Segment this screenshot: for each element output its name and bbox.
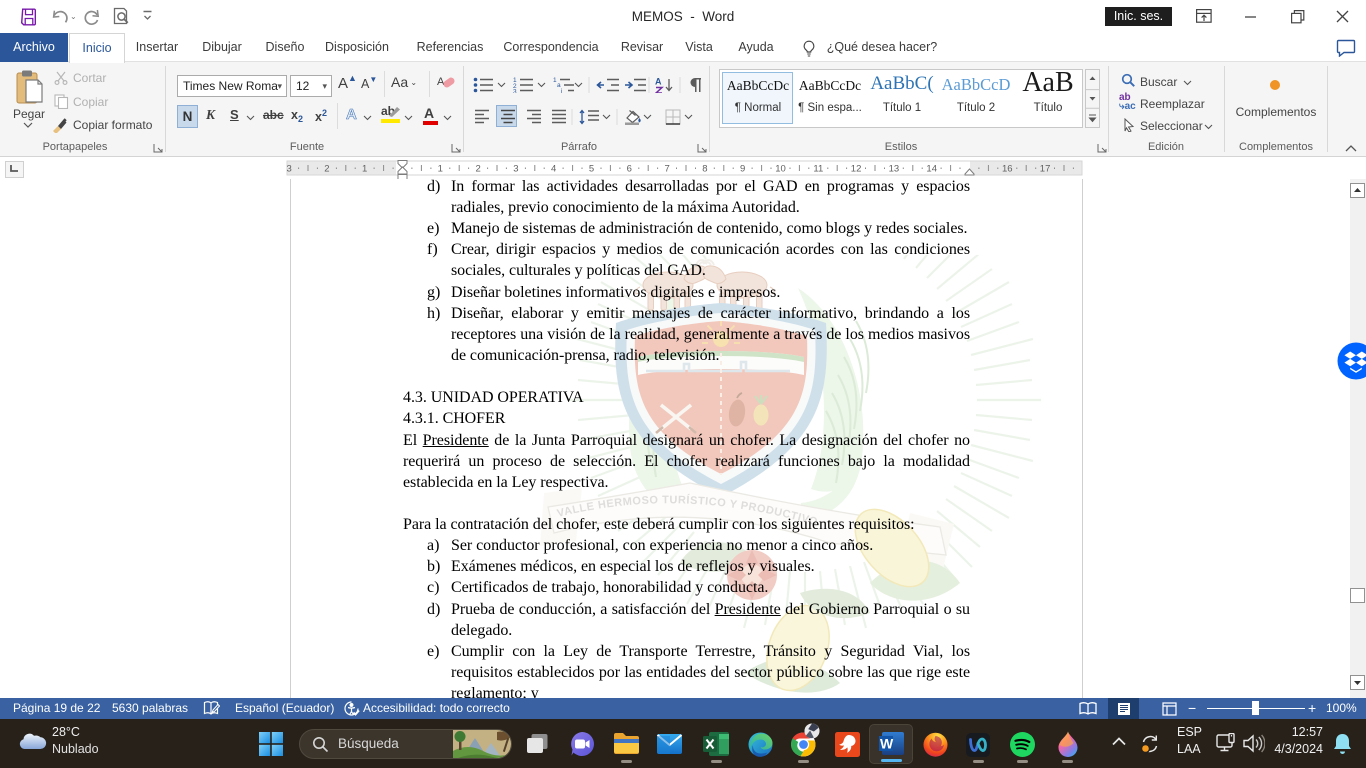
svg-text:9: 9 xyxy=(740,164,745,175)
svg-text:A: A xyxy=(655,77,662,87)
svg-text:13: 13 xyxy=(889,164,900,175)
svg-text:W: W xyxy=(880,736,894,752)
svg-text:6: 6 xyxy=(627,164,632,175)
svg-text:17: 17 xyxy=(1040,164,1051,175)
svg-text:12: 12 xyxy=(851,164,862,175)
svg-text:i: i xyxy=(561,88,562,93)
svg-text:1: 1 xyxy=(362,164,367,175)
svg-text:8: 8 xyxy=(702,164,707,175)
svg-text:14: 14 xyxy=(926,164,937,175)
svg-text:16: 16 xyxy=(1002,164,1013,175)
svg-text:3: 3 xyxy=(513,89,517,94)
svg-text:1: 1 xyxy=(438,164,443,175)
svg-text:10: 10 xyxy=(775,164,786,175)
svg-text:A: A xyxy=(437,76,445,88)
svg-text:5: 5 xyxy=(589,164,594,175)
svg-text:7: 7 xyxy=(664,164,669,175)
svg-text:11: 11 xyxy=(813,164,823,175)
svg-text:3: 3 xyxy=(513,164,518,175)
svg-text:2: 2 xyxy=(475,164,480,175)
svg-text:4: 4 xyxy=(551,164,556,175)
svg-text:3: 3 xyxy=(286,164,291,175)
svg-text:2: 2 xyxy=(324,164,329,175)
